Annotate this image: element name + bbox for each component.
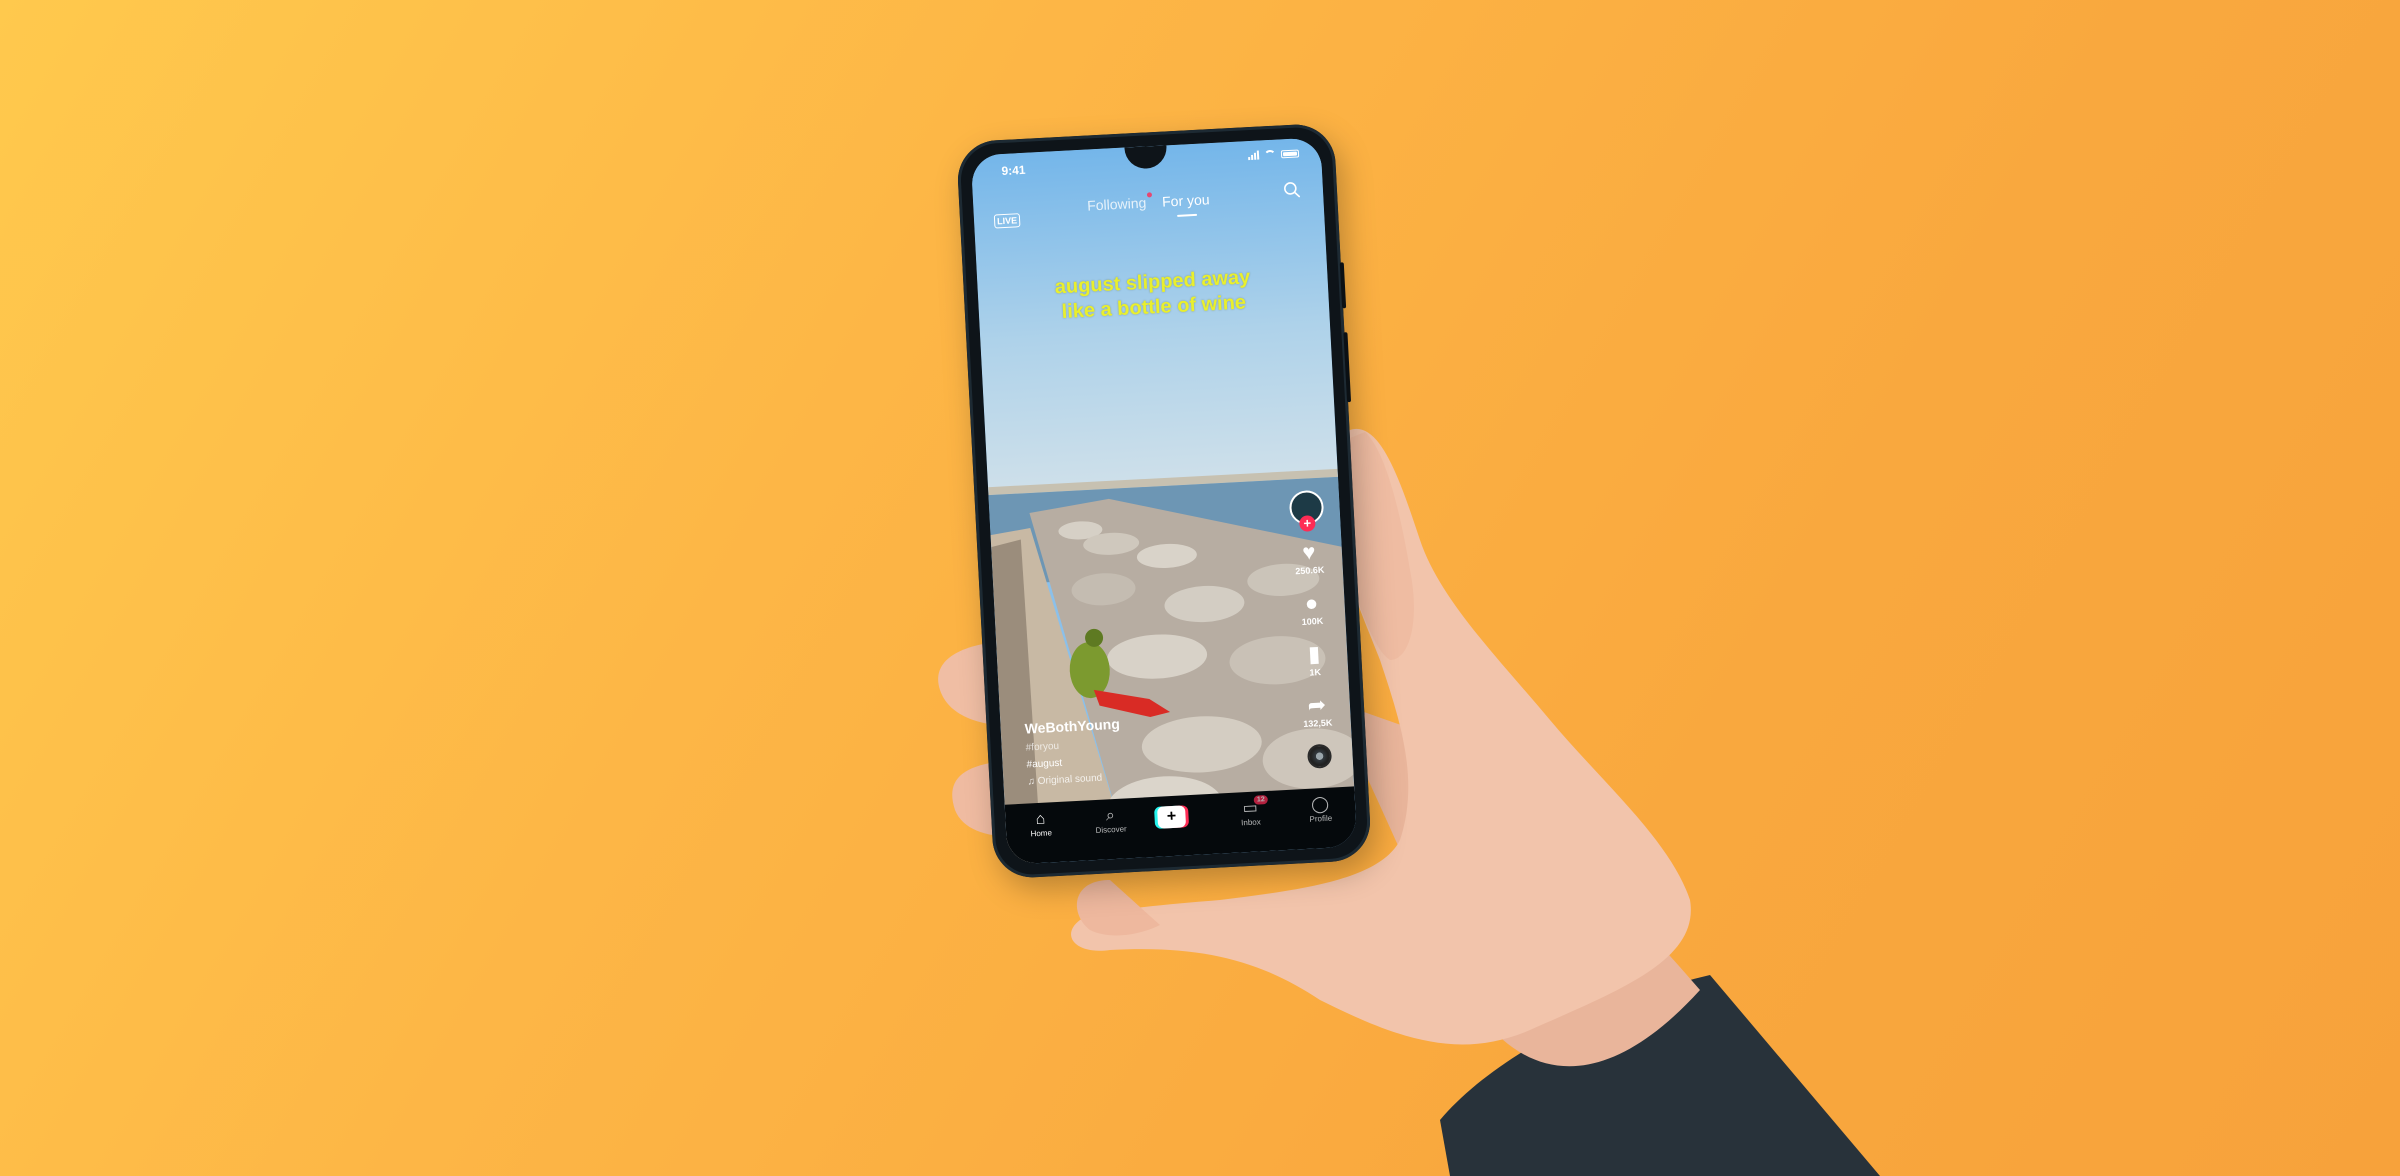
nav-home[interactable]: ⌂ Home [1014, 810, 1067, 840]
heart-icon: ♥ [1301, 539, 1317, 565]
share-button[interactable]: ➦ 132,5K [1293, 692, 1341, 729]
share-count: 132,5K [1303, 717, 1333, 730]
create-button[interactable]: + [1153, 805, 1190, 829]
share-icon: ➦ [1307, 691, 1327, 718]
like-count: 250.6K [1295, 564, 1325, 577]
comment-icon: ● [1304, 590, 1319, 616]
status-icons [1248, 148, 1300, 161]
nav-profile-label: Profile [1309, 813, 1333, 824]
signal-icon [1248, 150, 1260, 161]
bookmark-count: 1K [1309, 667, 1322, 678]
wifi-icon [1263, 149, 1277, 160]
comment-button[interactable]: ● 100K [1288, 590, 1336, 627]
inbox-icon: ▭ [1242, 799, 1259, 818]
post-info: WeBothYoung #foryou #august ♫ Original s… [1024, 709, 1257, 788]
nav-home-label: Home [1030, 828, 1053, 839]
phone: 9:41 LIVE Following For you august slipp… [955, 122, 1373, 880]
tab-for-you[interactable]: For you [1161, 191, 1210, 217]
nav-discover-label: Discover [1095, 824, 1127, 836]
home-icon: ⌂ [1035, 810, 1046, 829]
nav-profile[interactable]: ◯ Profile [1294, 795, 1347, 825]
plus-icon: + [1156, 805, 1187, 829]
notification-dot [1146, 192, 1152, 198]
scene: 9:41 LIVE Following For you august slipp… [0, 0, 2400, 1176]
music-disc-icon[interactable] [1306, 743, 1333, 769]
comment-count: 100K [1301, 615, 1324, 627]
inbox-badge: 12 [1253, 794, 1268, 805]
status-time: 9:41 [1001, 162, 1026, 179]
nav-inbox[interactable]: ▭ Inbox 12 [1224, 794, 1277, 829]
tab-for-you-label: For you [1161, 191, 1210, 210]
search-icon[interactable] [1282, 180, 1301, 199]
nav-inbox-label: Inbox [1240, 817, 1261, 828]
bookmark-icon: ▮ [1307, 641, 1321, 667]
follow-button[interactable]: + [1298, 515, 1316, 532]
nav-create[interactable]: + [1153, 802, 1207, 829]
tab-following[interactable]: Following [1086, 192, 1152, 214]
profile-icon: ◯ [1310, 795, 1330, 814]
battery-icon [1280, 148, 1300, 158]
like-button[interactable]: ♥ 250.6K [1285, 539, 1333, 576]
discover-icon: ⌕ [1105, 807, 1116, 825]
phone-screen: 9:41 LIVE Following For you august slipp… [970, 137, 1358, 865]
creator-avatar[interactable]: + [1288, 489, 1325, 532]
tab-following-label: Following [1086, 194, 1147, 214]
nav-discover[interactable]: ⌕ Discover [1084, 806, 1137, 836]
bookmark-button[interactable]: ▮ 1K [1291, 641, 1339, 678]
